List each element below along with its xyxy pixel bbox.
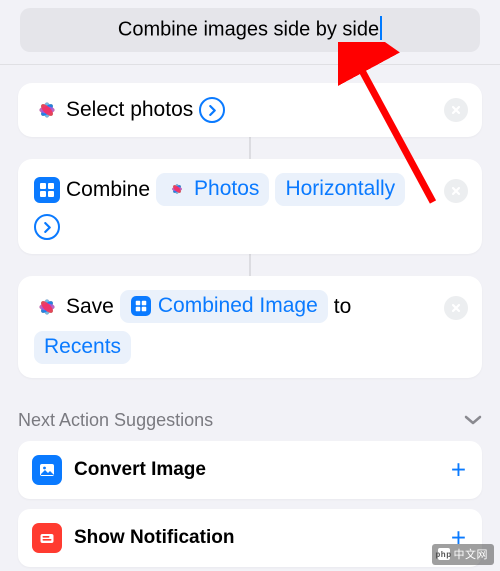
suggestion-convert-image[interactable]: Convert Image + <box>18 441 482 499</box>
delete-action-button[interactable] <box>444 296 468 320</box>
action-save-to-album[interactable]: Save Combined Image to Recents <box>18 276 482 378</box>
combine-input-chip[interactable]: Photos <box>156 173 269 206</box>
photos-app-icon <box>34 294 60 320</box>
combine-action-icon <box>130 295 152 317</box>
watermark: php 中文网 <box>432 544 495 565</box>
suggestions-header[interactable]: Next Action Suggestions <box>0 386 500 441</box>
shortcut-name-text: Combine images side by side <box>118 18 379 40</box>
chevron-down-icon <box>464 410 482 431</box>
action-label: Select photos <box>66 98 193 122</box>
image-icon <box>32 455 62 485</box>
suggestion-label: Show Notification <box>74 527 234 549</box>
photos-app-icon <box>166 178 188 200</box>
action-select-photos[interactable]: Select photos <box>18 83 482 137</box>
combine-mode-chip[interactable]: Horizontally <box>275 173 405 206</box>
action-combine-images[interactable]: Combine <box>18 159 482 254</box>
combine-verb: Combine <box>66 178 150 202</box>
connector-line <box>249 254 251 276</box>
text-cursor <box>380 16 382 40</box>
chip-label: Horizontally <box>285 177 395 201</box>
delete-action-button[interactable] <box>444 179 468 203</box>
save-album-chip[interactable]: Recents <box>34 331 131 364</box>
watermark-text: 中文网 <box>454 546 489 562</box>
suggestions-list: Convert Image + Show Notification + <box>0 441 500 567</box>
save-input-chip[interactable]: Combined Image <box>120 290 328 323</box>
chip-label: Combined Image <box>158 294 318 318</box>
save-verb: Save <box>66 295 114 319</box>
actions-container: Select photos Combine <box>0 65 500 386</box>
chip-label: Photos <box>194 177 259 201</box>
delete-action-button[interactable] <box>444 98 468 122</box>
notification-icon <box>32 523 62 553</box>
expand-icon[interactable] <box>34 214 60 240</box>
shortcut-name-input[interactable]: Combine images side by side <box>20 8 480 52</box>
suggestion-show-notification[interactable]: Show Notification + <box>18 509 482 567</box>
suggestions-title: Next Action Suggestions <box>18 410 213 431</box>
add-suggestion-button[interactable]: + <box>451 455 466 486</box>
combine-action-icon <box>34 177 60 203</box>
title-bar: Combine images side by side <box>0 0 500 65</box>
suggestion-label: Convert Image <box>74 459 206 481</box>
expand-icon[interactable] <box>199 97 225 123</box>
photos-app-icon <box>34 97 60 123</box>
to-word: to <box>334 295 352 319</box>
connector-line <box>249 137 251 159</box>
php-logo-icon: php <box>438 548 450 560</box>
chip-label: Recents <box>44 335 121 359</box>
